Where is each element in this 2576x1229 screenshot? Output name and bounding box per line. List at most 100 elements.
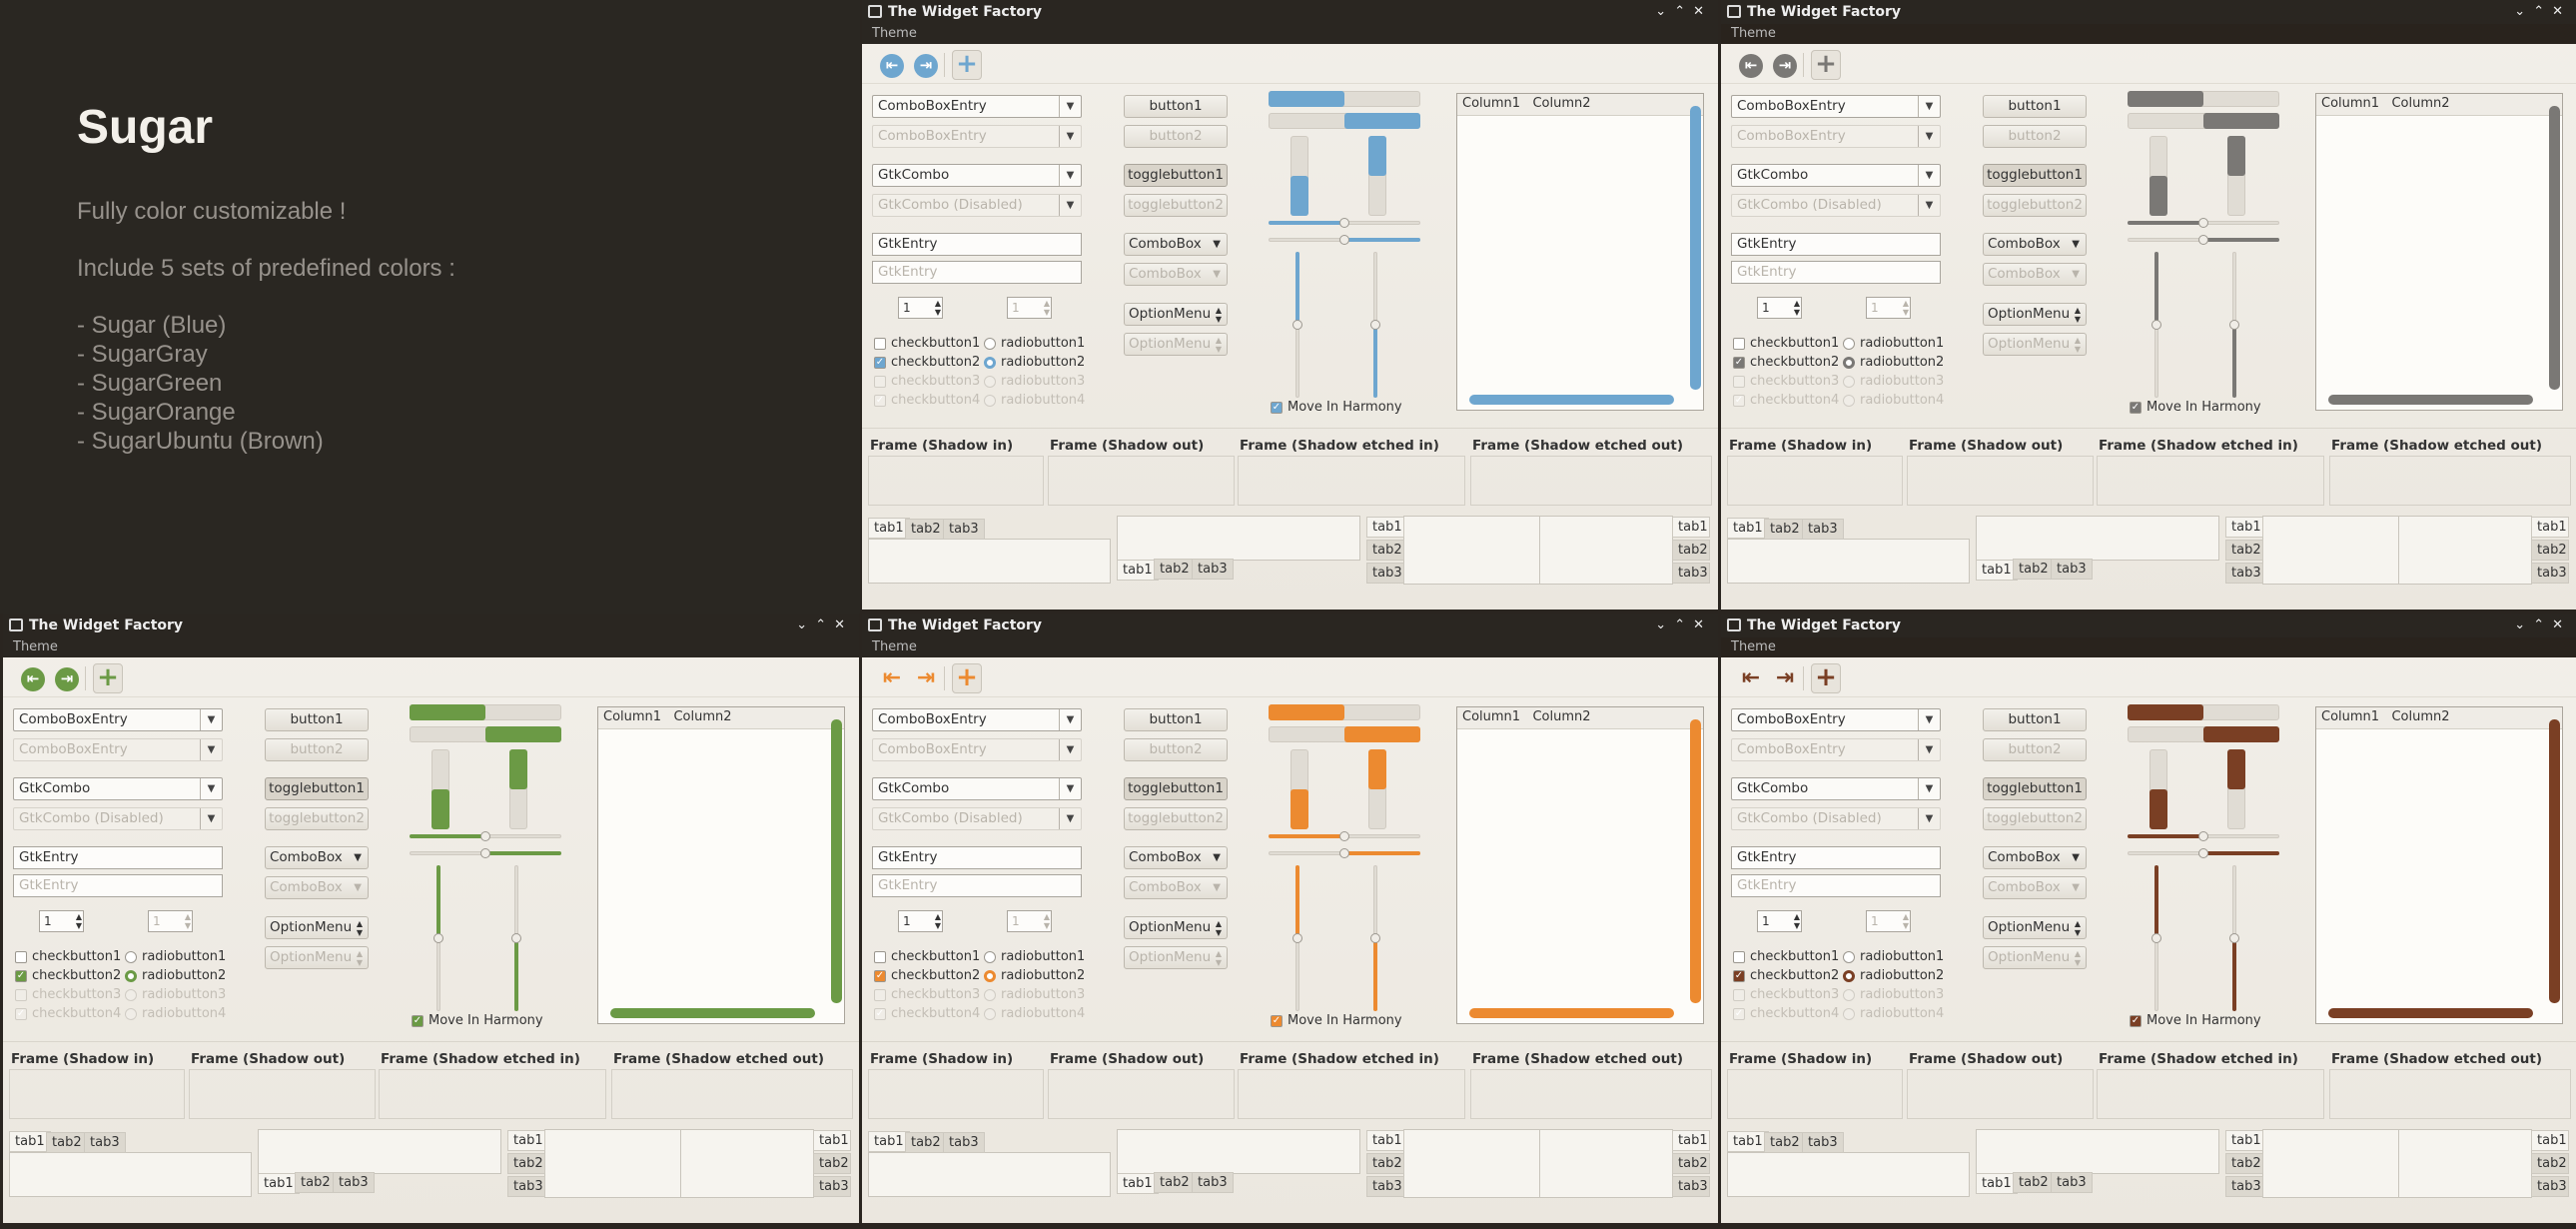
tab3[interactable]: tab3 <box>1802 519 1844 540</box>
spin-button[interactable]: 1 ▲ ▼ <box>898 297 943 319</box>
minimize-icon[interactable]: ⌄ <box>1655 4 1674 19</box>
tab1[interactable]: tab1 <box>507 1130 545 1151</box>
tab3[interactable]: tab3 <box>1366 563 1404 584</box>
tab1[interactable]: tab1 <box>1976 1173 2018 1194</box>
vertical-scrollbar[interactable] <box>2549 719 2560 1003</box>
combobox[interactable]: ComboBox ▼ <box>1124 233 1228 256</box>
checkbutton1[interactable]: checkbutton1 <box>15 947 121 966</box>
togglebutton1[interactable]: togglebutton1 <box>1983 164 2087 187</box>
tab1[interactable]: tab1 <box>1672 517 1710 538</box>
vertical-scrollbar[interactable] <box>1690 719 1701 1003</box>
forward-icon[interactable]: ⇥ <box>914 667 938 691</box>
scale-handle[interactable] <box>2198 848 2208 858</box>
move-in-harmony-check[interactable]: ✓ Move In Harmony <box>1271 398 1402 417</box>
tab1[interactable]: tab1 <box>1727 1131 1769 1152</box>
optionmenu[interactable]: OptionMenu ▲ ▼ <box>1983 303 2087 326</box>
column2-header[interactable]: Column2 <box>1532 96 1590 111</box>
tab2[interactable]: tab2 <box>1154 1172 1196 1193</box>
checkbutton1[interactable]: checkbutton1 <box>874 947 980 966</box>
tab3[interactable]: tab3 <box>2531 563 2569 584</box>
optionmenu[interactable]: OptionMenu ▲ ▼ <box>1124 303 1228 326</box>
tab1[interactable]: tab1 <box>868 518 910 539</box>
scale-handle[interactable] <box>480 848 490 858</box>
combobox-entry[interactable]: ComboBoxEntry ▼ <box>13 708 223 731</box>
tab3[interactable]: tab3 <box>2225 563 2263 584</box>
button1[interactable]: button1 <box>1124 95 1228 118</box>
scale-handle[interactable] <box>1339 218 1349 228</box>
scale-handle[interactable] <box>1339 235 1349 245</box>
radiobutton1[interactable]: radiobutton1 <box>1843 334 1944 353</box>
gtk-entry[interactable]: GtkEntry <box>1731 846 1941 869</box>
tab1[interactable]: tab1 <box>1727 518 1769 539</box>
minimize-icon[interactable]: ⌄ <box>1655 617 1674 632</box>
checkbutton2[interactable]: ✓ checkbutton2 <box>1733 966 1839 985</box>
radiobutton1[interactable]: radiobutton1 <box>125 947 226 966</box>
back-icon[interactable]: ⇤ <box>880 54 904 78</box>
gtk-entry[interactable]: GtkEntry <box>1731 233 1941 256</box>
dropdown-arrow-icon[interactable]: ▼ <box>354 847 362 868</box>
combobox-entry[interactable]: ComboBoxEntry ▼ <box>1731 95 1941 118</box>
horizontal-scrollbar[interactable] <box>1469 1008 1674 1018</box>
combobox[interactable]: ComboBox ▼ <box>1983 846 2087 869</box>
spin-button[interactable]: 1 ▲ ▼ <box>1757 910 1802 932</box>
button1[interactable]: button1 <box>1983 708 2087 731</box>
column1-header[interactable]: Column1 <box>1462 96 1520 111</box>
dropdown-arrow-icon[interactable]: ▼ <box>1059 96 1081 117</box>
add-icon[interactable]: + <box>952 663 982 693</box>
radiobutton1[interactable]: radiobutton1 <box>984 947 1085 966</box>
tab1[interactable]: tab1 <box>2225 517 2263 538</box>
checkbutton2[interactable]: ✓ checkbutton2 <box>874 966 980 985</box>
dropdown-arrow-icon[interactable]: ▼ <box>200 709 222 730</box>
tab1[interactable]: tab1 <box>2531 517 2569 538</box>
gtk-combo[interactable]: GtkCombo ▼ <box>1731 777 1941 800</box>
scale-handle[interactable] <box>2151 320 2161 330</box>
move-in-harmony-check[interactable]: ✓ Move In Harmony <box>1271 1011 1402 1030</box>
tab2[interactable]: tab2 <box>1672 540 1710 561</box>
gtk-entry[interactable]: GtkEntry <box>872 846 1082 869</box>
back-icon[interactable]: ⇤ <box>1739 667 1763 691</box>
tab1[interactable]: tab1 <box>1366 517 1404 538</box>
tab3[interactable]: tab3 <box>1672 563 1710 584</box>
move-in-harmony-check[interactable]: ✓ Move In Harmony <box>2130 1011 2261 1030</box>
combobox-entry[interactable]: ComboBoxEntry ▼ <box>872 95 1082 118</box>
gtk-combo[interactable]: GtkCombo ▼ <box>13 777 223 800</box>
back-icon[interactable]: ⇤ <box>1739 54 1763 78</box>
minimize-icon[interactable]: ⌄ <box>2514 4 2533 19</box>
checkbutton2[interactable]: ✓ checkbutton2 <box>874 353 980 372</box>
radiobutton2[interactable]: radiobutton2 <box>984 966 1085 985</box>
tab3[interactable]: tab3 <box>2051 559 2093 580</box>
togglebutton1[interactable]: togglebutton1 <box>1124 777 1228 800</box>
dropdown-arrow-icon[interactable]: ▼ <box>1059 709 1081 730</box>
tab3[interactable]: tab3 <box>333 1172 375 1193</box>
radiobutton2[interactable]: radiobutton2 <box>1843 966 1944 985</box>
forward-icon[interactable]: ⇥ <box>914 54 938 78</box>
tab2[interactable]: tab2 <box>1672 1153 1710 1174</box>
tab2[interactable]: tab2 <box>2531 540 2569 561</box>
tab2[interactable]: tab2 <box>295 1172 337 1193</box>
checkbutton1[interactable]: checkbutton1 <box>1733 947 1839 966</box>
radiobutton1[interactable]: radiobutton1 <box>984 334 1085 353</box>
tab3[interactable]: tab3 <box>1366 1176 1404 1197</box>
horizontal-scrollbar[interactable] <box>610 1008 815 1018</box>
tab2[interactable]: tab2 <box>905 519 947 540</box>
dropdown-arrow-icon[interactable]: ▼ <box>1213 234 1221 255</box>
dropdown-arrow-icon[interactable]: ▼ <box>1918 96 1940 117</box>
tab2[interactable]: tab2 <box>1764 519 1806 540</box>
scale-handle[interactable] <box>2198 235 2208 245</box>
scale-handle[interactable] <box>2229 320 2239 330</box>
tab3[interactable]: tab3 <box>1672 1176 1710 1197</box>
add-icon[interactable]: + <box>952 50 982 80</box>
dropdown-arrow-icon[interactable]: ▼ <box>2072 847 2080 868</box>
gtk-entry[interactable]: GtkEntry <box>13 846 223 869</box>
tab2[interactable]: tab2 <box>813 1153 851 1174</box>
back-icon[interactable]: ⇤ <box>21 667 45 691</box>
scale-handle[interactable] <box>2229 933 2239 943</box>
scale-handle[interactable] <box>2151 933 2161 943</box>
radiobutton2[interactable]: radiobutton2 <box>125 966 226 985</box>
scale-handle[interactable] <box>2198 831 2208 841</box>
radiobutton1[interactable]: radiobutton1 <box>1843 947 1944 966</box>
scale-handle[interactable] <box>433 933 443 943</box>
tree-view[interactable]: Column1 Column2 <box>2315 706 2563 1024</box>
tab2[interactable]: tab2 <box>2225 540 2263 561</box>
tab3[interactable]: tab3 <box>1192 559 1234 580</box>
